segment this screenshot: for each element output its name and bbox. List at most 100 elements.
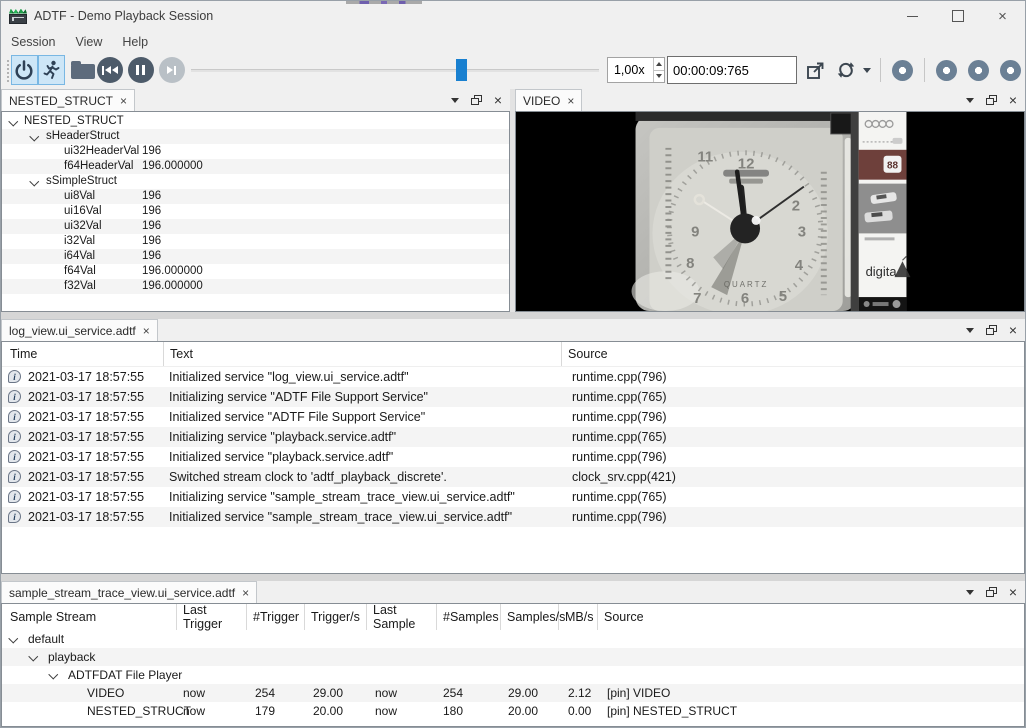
- col-sample-stream[interactable]: Sample Stream: [2, 604, 177, 630]
- seek-slider-handle[interactable]: [456, 59, 467, 81]
- maximize-button[interactable]: [935, 1, 980, 31]
- tab-close-icon[interactable]: ×: [242, 587, 249, 599]
- loop-button[interactable]: [833, 56, 859, 84]
- log-row[interactable]: i 2021-03-17 18:57:55 Initialized servic…: [2, 367, 1024, 387]
- speed-increase-button[interactable]: [654, 58, 664, 71]
- tree-row[interactable]: i32Val 196: [2, 234, 509, 249]
- col-num-samples[interactable]: #Samples: [437, 604, 501, 630]
- record-button-2[interactable]: [936, 60, 957, 81]
- log-row[interactable]: i 2021-03-17 18:57:55 Initializing servi…: [2, 387, 1024, 407]
- record-button-1[interactable]: [892, 60, 913, 81]
- dock-close-icon[interactable]: ×: [1009, 93, 1017, 107]
- export-button[interactable]: [803, 56, 829, 84]
- loop-mode-dropdown[interactable]: [859, 56, 873, 84]
- expand-chevron-icon[interactable]: [9, 117, 18, 126]
- toolbar-grip[interactable]: [5, 58, 9, 82]
- col-header-text[interactable]: Text: [164, 342, 562, 366]
- col-num-trigger[interactable]: #Trigger: [247, 604, 305, 630]
- playback-time-field[interactable]: [667, 56, 797, 84]
- close-button[interactable]: ×: [980, 1, 1025, 31]
- col-last-trigger[interactable]: Last Trigger: [177, 604, 247, 630]
- tab-close-icon[interactable]: ×: [143, 325, 150, 337]
- expand-chevron-icon[interactable]: [9, 634, 18, 643]
- expand-chevron-icon[interactable]: [29, 652, 38, 661]
- dock-float-icon[interactable]: [986, 95, 997, 105]
- horizontal-splitter[interactable]: [1, 312, 1025, 319]
- video-content: 12 11 2 3 4 5 6 7 8 9 QUARTZ: [515, 111, 1025, 312]
- dock-float-icon[interactable]: [986, 325, 997, 335]
- tab-close-icon[interactable]: ×: [567, 95, 574, 107]
- tree-row[interactable]: ui32HeaderVal 196: [2, 144, 509, 159]
- open-file-button[interactable]: [71, 55, 95, 85]
- dock-menu-icon[interactable]: [966, 328, 974, 333]
- tree-row[interactable]: sHeaderStruct: [2, 129, 509, 144]
- tree-item-value: 196: [142, 249, 161, 264]
- trace-row[interactable]: default: [2, 630, 1024, 648]
- menu-session[interactable]: Session: [1, 31, 65, 53]
- power-toggle-button[interactable]: [11, 55, 38, 85]
- expand-chevron-icon[interactable]: [49, 670, 58, 679]
- dropdown-caret-icon: [863, 68, 871, 73]
- app-icon: [9, 9, 27, 24]
- tab-nested-struct[interactable]: NESTED_STRUCT ×: [1, 89, 135, 111]
- tree-row[interactable]: i64Val 196: [2, 249, 509, 264]
- log-row[interactable]: i 2021-03-17 18:57:55 Initialized servic…: [2, 507, 1024, 527]
- record-button-3[interactable]: [968, 60, 989, 81]
- col-header-time[interactable]: Time: [2, 342, 164, 366]
- tree-row[interactable]: ui32Val 196: [2, 219, 509, 234]
- playback-time-input[interactable]: [668, 62, 796, 79]
- tab-log-view[interactable]: log_view.ui_service.adtf ×: [1, 319, 158, 341]
- col-samples-per-s[interactable]: Samples/s: [501, 604, 559, 630]
- col-source[interactable]: Source: [598, 604, 1024, 630]
- tree-row[interactable]: f32Val 196.000000: [2, 279, 509, 294]
- log-row[interactable]: i 2021-03-17 18:57:55 Switched stream cl…: [2, 467, 1024, 487]
- menu-help[interactable]: Help: [112, 31, 158, 53]
- dock-close-icon[interactable]: ×: [1009, 323, 1017, 337]
- step-forward-button[interactable]: [159, 57, 185, 83]
- tree-row[interactable]: f64HeaderVal 196.000000: [2, 159, 509, 174]
- trace-row[interactable]: playback: [2, 648, 1024, 666]
- record-button-4[interactable]: [1000, 60, 1021, 81]
- skip-to-start-button[interactable]: [97, 57, 123, 83]
- dock-close-icon[interactable]: ×: [494, 93, 502, 107]
- tree-row[interactable]: ui16Val 196: [2, 204, 509, 219]
- log-row[interactable]: i 2021-03-17 18:57:55 Initialized servic…: [2, 407, 1024, 427]
- trace-row[interactable]: NESTED_STRUCT now 179 20.00 now 180 20.0…: [2, 702, 1024, 720]
- menu-view[interactable]: View: [65, 31, 112, 53]
- col-trigger-per-s[interactable]: Trigger/s: [305, 604, 367, 630]
- tab-video[interactable]: VIDEO ×: [515, 89, 582, 111]
- expand-chevron-icon[interactable]: [30, 132, 39, 141]
- seek-slider[interactable]: [191, 58, 599, 82]
- dock-close-icon[interactable]: ×: [1009, 585, 1017, 599]
- tree-row[interactable]: f64Val 196.000000: [2, 264, 509, 279]
- trace-row[interactable]: VIDEO now 254 29.00 now 254 29.00 2.12 […: [2, 684, 1024, 702]
- log-row[interactable]: i 2021-03-17 18:57:55 Initialized servic…: [2, 447, 1024, 467]
- cell-num-trigger: 179: [255, 702, 275, 720]
- dock-menu-icon[interactable]: [966, 98, 974, 103]
- expand-chevron-icon[interactable]: [30, 177, 39, 186]
- svg-text:11: 11: [697, 149, 713, 166]
- speed-decrease-button[interactable]: [654, 71, 664, 83]
- dock-menu-icon[interactable]: [451, 98, 459, 103]
- playback-speed-spinbox[interactable]: [607, 57, 665, 83]
- minimize-button[interactable]: [890, 1, 935, 31]
- tree-row[interactable]: NESTED_STRUCT: [2, 114, 509, 129]
- tab-trace-view[interactable]: sample_stream_trace_view.ui_service.adtf…: [1, 581, 257, 603]
- dock-menu-icon[interactable]: [966, 590, 974, 595]
- dock-float-icon[interactable]: [471, 95, 482, 105]
- playback-speed-input[interactable]: [608, 58, 653, 82]
- trace-row[interactable]: ADTFDAT File Player: [2, 666, 1024, 684]
- horizontal-splitter[interactable]: [1, 574, 1025, 581]
- log-row[interactable]: i 2021-03-17 18:57:55 Initializing servi…: [2, 487, 1024, 507]
- pause-button[interactable]: [128, 57, 154, 83]
- tree-row[interactable]: ui8Val 196: [2, 189, 509, 204]
- tab-close-icon[interactable]: ×: [120, 95, 127, 107]
- dock-float-icon[interactable]: [986, 587, 997, 597]
- col-header-source[interactable]: Source: [562, 342, 1024, 366]
- col-last-sample[interactable]: Last Sample: [367, 604, 437, 630]
- run-toggle-button[interactable]: [38, 55, 65, 85]
- tree-row[interactable]: sSimpleStruct: [2, 174, 509, 189]
- col-mb-per-s[interactable]: MB/s: [559, 604, 598, 630]
- svg-text:7: 7: [693, 290, 701, 307]
- log-row[interactable]: i 2021-03-17 18:57:55 Initializing servi…: [2, 427, 1024, 447]
